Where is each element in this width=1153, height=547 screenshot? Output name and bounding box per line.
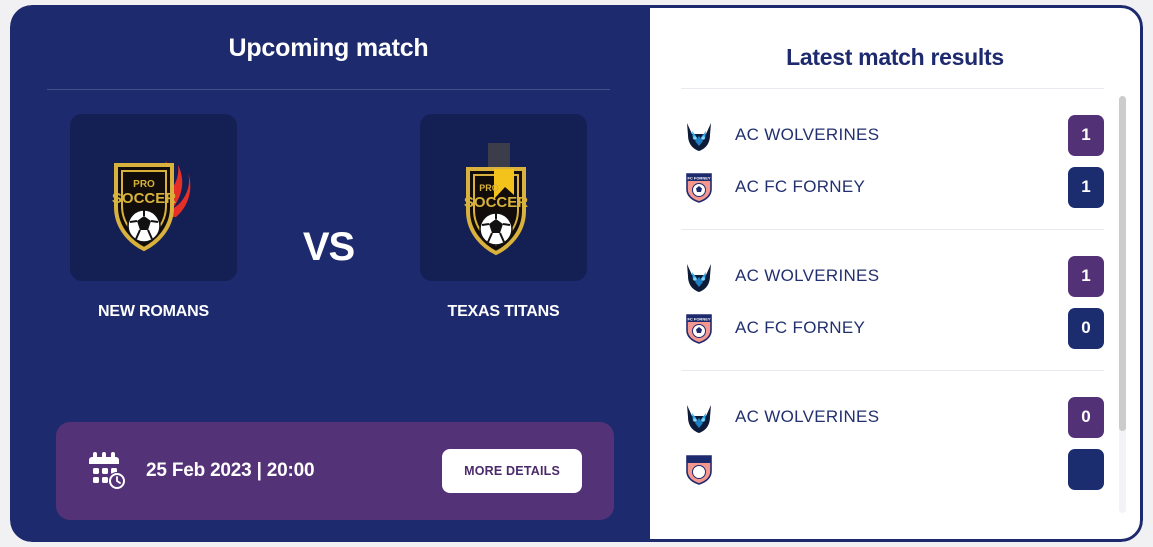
wolverine-head-icon <box>681 258 717 294</box>
score-badge: 1 <box>1068 166 1104 208</box>
score-badge: 1 <box>1068 114 1104 156</box>
match-datetime: 25 Feb 2023 | 20:00 <box>146 460 315 481</box>
score-badge: 0 <box>1068 307 1104 349</box>
results-list[interactable]: AC WOLVERINES 1 FC FORNEY AC FC FORNEY 1… <box>650 88 1140 521</box>
upcoming-match-title: Upcoming match <box>228 34 429 62</box>
match-result-group[interactable]: AC WOLVERINES 1 FC FORNEY AC FC FORNEY <box>681 88 1104 229</box>
club-name: AC WOLVERINES <box>735 266 880 285</box>
score-badge: 0 <box>1068 396 1104 438</box>
away-team-block[interactable]: PRO SOCCER TEXAS TITANS <box>379 114 629 321</box>
pro-soccer-flame-crest-icon: PRO SOCCER <box>111 160 190 251</box>
fc-forney-shield-icon: FC FORNEY <box>681 169 717 205</box>
result-row-away[interactable] <box>681 443 1104 495</box>
pro-soccer-banner-crest-icon: PRO SOCCER <box>463 142 528 255</box>
upcoming-match-panel: Upcoming match PRO SOCCER NEW ROMANS VS … <box>10 5 647 542</box>
wolverine-head-icon <box>681 117 717 153</box>
club-name: AC WOLVERINES <box>735 407 880 426</box>
result-row-home[interactable]: AC WOLVERINES 1 <box>681 109 1104 161</box>
svg-text:PRO: PRO <box>133 179 155 190</box>
result-row-home[interactable]: AC WOLVERINES 0 <box>681 391 1104 443</box>
club-name: AC FC FORNEY <box>735 177 866 196</box>
result-row-home[interactable]: AC WOLVERINES 1 <box>681 250 1104 302</box>
home-team-name: NEW ROMANS <box>98 303 209 320</box>
versus-label: VS <box>302 225 355 269</box>
home-team-crest-tile: PRO SOCCER <box>70 114 237 281</box>
svg-text:PRO: PRO <box>479 183 499 193</box>
match-date-bar: 25 Feb 2023 | 20:00 MORE DETAILS <box>56 422 614 520</box>
fc-forney-shield-icon: FC FORNEY <box>681 310 717 346</box>
match-result-group[interactable]: AC WOLVERINES 1 FC FORNEY AC FC FORNEY <box>681 229 1104 370</box>
results-scrollbar[interactable] <box>1119 96 1126 513</box>
svg-text:FC FORNEY: FC FORNEY <box>687 317 710 322</box>
more-details-button[interactable]: MORE DETAILS <box>442 449 582 493</box>
club-name: AC WOLVERINES <box>735 125 880 144</box>
result-row-away[interactable]: FC FORNEY AC FC FORNEY 1 <box>681 161 1104 213</box>
club-name: AC FC FORNEY <box>735 318 866 337</box>
home-team-block[interactable]: PRO SOCCER NEW ROMANS <box>29 114 279 321</box>
svg-text:FC FORNEY: FC FORNEY <box>687 176 710 181</box>
scrollbar-thumb[interactable] <box>1119 96 1126 431</box>
header-divider <box>47 89 610 90</box>
result-row-away[interactable]: FC FORNEY AC FC FORNEY 0 <box>681 302 1104 354</box>
versus-row: PRO SOCCER NEW ROMANS VS PRO SOCCER TEXA… <box>10 114 647 321</box>
score-badge: 1 <box>1068 255 1104 297</box>
svg-text:SOCCER: SOCCER <box>111 190 175 207</box>
svg-text:SOCCER: SOCCER <box>463 194 527 211</box>
latest-results-title: Latest match results <box>786 44 1004 70</box>
away-team-name: TEXAS TITANS <box>447 303 560 320</box>
away-team-crest-tile: PRO SOCCER <box>420 114 587 281</box>
wolverine-head-icon <box>681 399 717 435</box>
match-widget: Upcoming match PRO SOCCER NEW ROMANS VS … <box>10 5 1143 542</box>
fc-forney-shield-icon <box>681 451 717 487</box>
score-badge <box>1068 448 1104 490</box>
calendar-clock-icon <box>86 450 128 492</box>
latest-results-panel: Latest match results AC WOLVERINES 1 FC … <box>647 5 1143 542</box>
match-result-group[interactable]: AC WOLVERINES 0 <box>681 370 1104 511</box>
